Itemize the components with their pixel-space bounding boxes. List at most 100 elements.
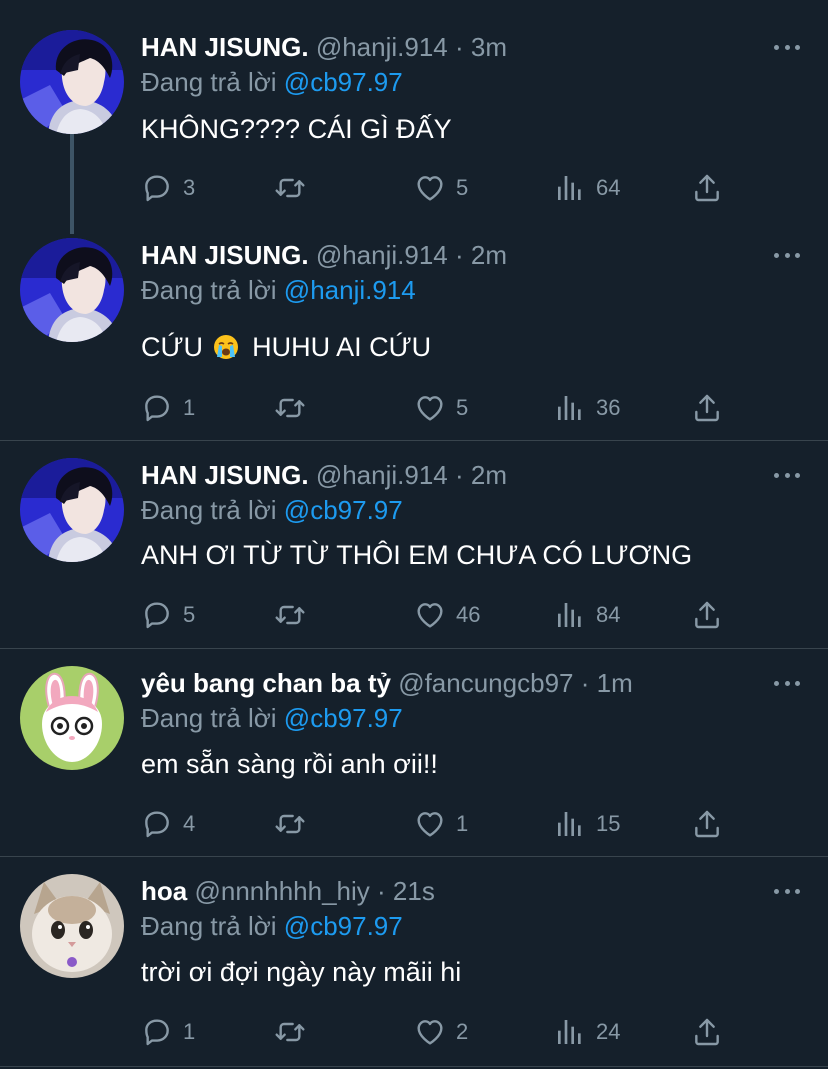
author-name[interactable]: HAN JISUNG. [141, 460, 309, 490]
share-icon [691, 599, 723, 631]
retweet-button[interactable] [274, 597, 306, 633]
timestamp[interactable]: 2m [471, 240, 507, 270]
author-name[interactable]: HAN JISUNG. [141, 32, 309, 62]
reply-icon [141, 599, 173, 631]
view-count: 36 [596, 395, 621, 420]
more-options-icon[interactable] [774, 470, 800, 480]
reply-icon [141, 808, 173, 840]
tweet-text: KHÔNG???? CÁI GÌ ĐẤY [141, 114, 452, 144]
replying-to-label: Đang trả lời [141, 703, 277, 733]
share-button[interactable] [691, 597, 723, 633]
han-jisung-avatar [20, 30, 124, 134]
heart-icon [414, 1016, 446, 1048]
views-button[interactable]: 64 [554, 170, 620, 206]
more-options-icon[interactable] [774, 678, 800, 688]
author-handle[interactable]: @nnnhhhh_hiy [194, 876, 369, 906]
mention-link[interactable]: @cb97.97 [284, 495, 403, 525]
timestamp[interactable]: 3m [471, 32, 507, 62]
action-bar: 5 46 84 [141, 597, 741, 633]
heart-icon [414, 172, 446, 204]
share-icon [691, 1016, 723, 1048]
reply-icon [141, 392, 173, 424]
retweet-icon [274, 172, 306, 204]
replying-to-line: Đang trả lời @cb97.97 [141, 495, 403, 525]
analytics-icon [554, 172, 586, 204]
share-button[interactable] [691, 170, 723, 206]
retweet-icon [274, 1016, 306, 1048]
reply-button[interactable]: 3 [141, 170, 195, 206]
like-button[interactable]: 2 [414, 1014, 468, 1050]
replies-feed: HAN JISUNG. @hanji.914 · 3m Đang trả lời… [0, 0, 828, 1069]
like-button[interactable]: 5 [414, 390, 468, 426]
retweet-button[interactable] [274, 806, 306, 842]
author-name[interactable]: hoa [141, 876, 187, 906]
share-icon [691, 392, 723, 424]
mention-link[interactable]: @cb97.97 [284, 703, 403, 733]
like-button[interactable]: 5 [414, 170, 468, 206]
view-count: 15 [596, 811, 621, 836]
author-handle[interactable]: @hanji.914 [316, 460, 448, 490]
replying-to-label: Đang trả lời [141, 495, 277, 525]
replying-to-line: Đang trả lời @cb97.97 [141, 911, 403, 941]
like-count: 5 [456, 175, 469, 200]
action-bar: 1 5 36 [141, 390, 741, 426]
views-button[interactable]: 36 [554, 390, 620, 426]
tweet-3[interactable]: HAN JISUNG. @hanji.914 · 2m Đang trả lời… [0, 441, 828, 649]
bunny-character-avatar [20, 666, 124, 770]
mention-link[interactable]: @cb97.97 [284, 67, 403, 97]
mention-link[interactable]: @hanji.914 [284, 275, 416, 305]
timestamp[interactable]: 21s [393, 876, 435, 906]
separator-dot: · [454, 32, 464, 62]
avatar[interactable] [20, 874, 124, 978]
replying-to-label: Đang trả lời [141, 911, 277, 941]
author-name[interactable]: HAN JISUNG. [141, 240, 309, 270]
timestamp[interactable]: 2m [471, 460, 507, 490]
share-button[interactable] [691, 390, 723, 426]
retweet-button[interactable] [274, 1014, 306, 1050]
mention-link[interactable]: @cb97.97 [284, 911, 403, 941]
tweet-2[interactable]: HAN JISUNG. @hanji.914 · 2m Đang trả lời… [0, 216, 828, 441]
share-button[interactable] [691, 806, 723, 842]
reply-button[interactable]: 5 [141, 597, 195, 633]
like-count: 5 [456, 395, 469, 420]
cat-avatar [20, 874, 124, 978]
like-button[interactable]: 1 [414, 806, 468, 842]
heart-icon [414, 392, 446, 424]
more-options-icon[interactable] [774, 42, 800, 52]
views-button[interactable]: 24 [554, 1014, 620, 1050]
more-options-icon[interactable] [774, 886, 800, 896]
author-handle[interactable]: @fancungcb97 [398, 668, 573, 698]
retweet-button[interactable] [274, 170, 306, 206]
replying-to-line: Đang trả lời @cb97.97 [141, 67, 403, 97]
reply-count: 5 [183, 602, 196, 627]
reply-button[interactable]: 1 [141, 1014, 195, 1050]
views-button[interactable]: 84 [554, 597, 620, 633]
views-button[interactable]: 15 [554, 806, 620, 842]
like-button[interactable]: 46 [414, 597, 480, 633]
separator-dot: · [377, 876, 386, 906]
more-options-icon[interactable] [774, 250, 800, 260]
analytics-icon [554, 808, 586, 840]
avatar[interactable] [20, 666, 124, 770]
avatar[interactable] [20, 458, 124, 562]
share-button[interactable] [691, 1014, 723, 1050]
timestamp[interactable]: 1m [597, 668, 633, 698]
analytics-icon [554, 599, 586, 631]
reply-button[interactable]: 1 [141, 390, 195, 426]
heart-icon [414, 599, 446, 631]
tweet-text: trời ơi đợi ngày này mãii hi [141, 957, 462, 987]
action-bar: 1 2 24 [141, 1014, 741, 1050]
avatar[interactable] [20, 30, 124, 134]
author-handle[interactable]: @hanji.914 [316, 240, 448, 270]
tweet-text: CỨU HUHU AI CỨU [141, 331, 788, 363]
reply-button[interactable]: 4 [141, 806, 195, 842]
retweet-button[interactable] [274, 390, 306, 426]
tweet-text: ANH ƠI TỪ TỪ THÔI EM CHƯA CÓ LƯƠNG [141, 540, 693, 570]
author-name[interactable]: yêu bang chan ba tỷ [141, 668, 391, 698]
tweet-1[interactable]: HAN JISUNG. @hanji.914 · 3m Đang trả lời… [0, 0, 828, 234]
share-icon [691, 172, 723, 204]
author-handle[interactable]: @hanji.914 [316, 32, 448, 62]
avatar[interactable] [20, 238, 124, 342]
tweet-4[interactable]: yêu bang chan ba tỷ @fancungcb97 · 1m Đa… [0, 649, 828, 857]
tweet-5[interactable]: hoa @nnnhhhh_hiy · 21s Đang trả lời @cb9… [0, 857, 828, 1067]
